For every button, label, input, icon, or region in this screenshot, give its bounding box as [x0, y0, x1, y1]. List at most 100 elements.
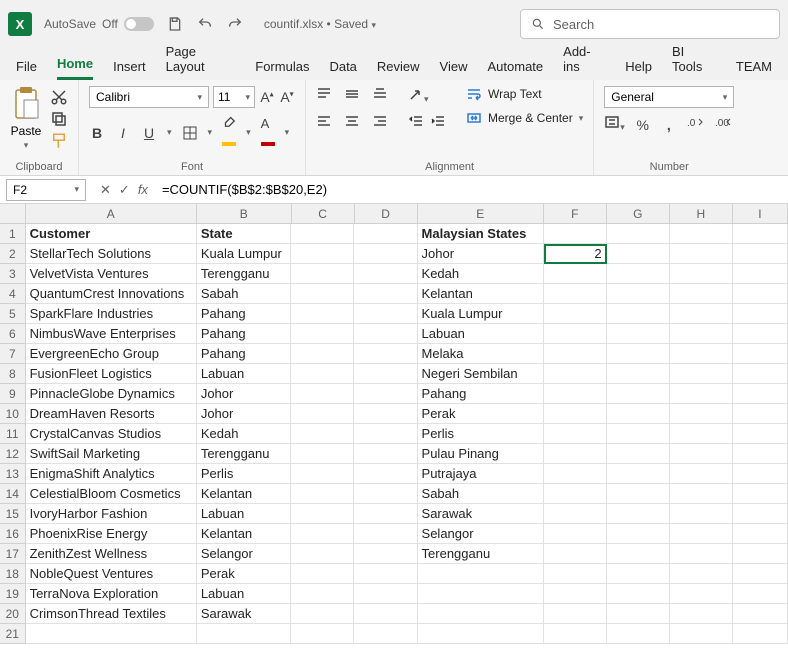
cell-E1[interactable]: Malaysian States — [418, 224, 544, 244]
increase-decimal-icon[interactable]: .0 — [687, 115, 705, 134]
cell-F10[interactable] — [544, 404, 607, 424]
cell-I3[interactable] — [733, 264, 788, 284]
cell-A2[interactable]: StellarTech Solutions — [26, 244, 197, 264]
autosave-toggle[interactable]: AutoSave Off — [44, 17, 154, 31]
cell-D19[interactable] — [354, 584, 417, 604]
cell-F7[interactable] — [544, 344, 607, 364]
cell-E14[interactable]: Sabah — [418, 484, 544, 504]
cell-G12[interactable] — [607, 444, 670, 464]
cell-G11[interactable] — [607, 424, 670, 444]
cell-D1[interactable] — [354, 224, 417, 244]
cell-E9[interactable]: Pahang — [418, 384, 544, 404]
cell-G20[interactable] — [607, 604, 670, 624]
cell-E11[interactable]: Perlis — [418, 424, 544, 444]
cell-D15[interactable] — [354, 504, 417, 524]
row-header-20[interactable]: 20 — [0, 604, 26, 624]
cell-A3[interactable]: VelvetVista Ventures — [26, 264, 197, 284]
cell-E10[interactable]: Perak — [418, 404, 544, 424]
cell-F21[interactable] — [544, 624, 607, 644]
cell-H21[interactable] — [670, 624, 733, 644]
cell-B21[interactable] — [197, 624, 292, 644]
row-header-13[interactable]: 13 — [0, 464, 26, 484]
number-format-select[interactable]: General▾ — [604, 86, 734, 108]
row-header-14[interactable]: 14 — [0, 484, 26, 504]
cell-C21[interactable] — [291, 624, 354, 644]
borders-icon[interactable] — [182, 125, 198, 141]
cell-F12[interactable] — [544, 444, 607, 464]
cell-H13[interactable] — [670, 464, 733, 484]
font-color-button[interactable]: A — [261, 115, 275, 151]
cell-H16[interactable] — [670, 524, 733, 544]
cell-H20[interactable] — [670, 604, 733, 624]
tab-view[interactable]: View — [440, 59, 468, 80]
paste-button[interactable]: Paste — [11, 124, 42, 138]
cell-B6[interactable]: Pahang — [197, 324, 292, 344]
column-header-G[interactable]: G — [607, 204, 670, 223]
cell-G1[interactable] — [607, 224, 670, 244]
tab-add-ins[interactable]: Add-ins — [563, 44, 605, 80]
cell-H5[interactable] — [670, 304, 733, 324]
cell-F1[interactable] — [544, 224, 607, 244]
cell-A11[interactable]: CrystalCanvas Studios — [26, 424, 197, 444]
cell-E17[interactable]: Terengganu — [418, 544, 544, 564]
cell-E13[interactable]: Putrajaya — [418, 464, 544, 484]
cell-F6[interactable] — [544, 324, 607, 344]
cell-E21[interactable] — [418, 624, 544, 644]
row-header-18[interactable]: 18 — [0, 564, 26, 584]
cell-G4[interactable] — [607, 284, 670, 304]
font-name-select[interactable]: Calibri▾ — [89, 86, 209, 108]
cell-G8[interactable] — [607, 364, 670, 384]
merge-center-button[interactable]: Merge & Center ▾ — [466, 110, 583, 126]
cell-B10[interactable]: Johor — [197, 404, 292, 424]
align-middle-icon[interactable] — [344, 86, 364, 107]
cell-C16[interactable] — [291, 524, 354, 544]
cell-H12[interactable] — [670, 444, 733, 464]
cell-F4[interactable] — [544, 284, 607, 304]
cell-F9[interactable] — [544, 384, 607, 404]
cell-A13[interactable]: EnigmaShift Analytics — [26, 464, 197, 484]
row-header-1[interactable]: 1 — [0, 224, 26, 244]
cell-G5[interactable] — [607, 304, 670, 324]
cell-E12[interactable]: Pulau Pinang — [418, 444, 544, 464]
row-header-11[interactable]: 11 — [0, 424, 26, 444]
cell-C8[interactable] — [291, 364, 354, 384]
cell-B14[interactable]: Kelantan — [197, 484, 292, 504]
row-header-9[interactable]: 9 — [0, 384, 26, 404]
cell-B4[interactable]: Sabah — [197, 284, 292, 304]
cell-A14[interactable]: CelestialBloom Cosmetics — [26, 484, 197, 504]
save-icon[interactable] — [166, 15, 184, 33]
cell-A20[interactable]: CrimsonThread Textiles — [26, 604, 197, 624]
cell-A17[interactable]: ZenithZest Wellness — [26, 544, 197, 564]
cell-H3[interactable] — [670, 264, 733, 284]
row-header-4[interactable]: 4 — [0, 284, 26, 304]
cell-H7[interactable] — [670, 344, 733, 364]
row-header-3[interactable]: 3 — [0, 264, 26, 284]
tab-automate[interactable]: Automate — [488, 59, 544, 80]
tab-bi-tools[interactable]: BI Tools — [672, 44, 716, 80]
cell-A8[interactable]: FusionFleet Logistics — [26, 364, 197, 384]
cell-E20[interactable] — [418, 604, 544, 624]
row-header-12[interactable]: 12 — [0, 444, 26, 464]
tab-formulas[interactable]: Formulas — [255, 59, 309, 80]
cell-I17[interactable] — [733, 544, 788, 564]
cell-H19[interactable] — [670, 584, 733, 604]
cell-E19[interactable] — [418, 584, 544, 604]
cell-G16[interactable] — [607, 524, 670, 544]
column-header-I[interactable]: I — [733, 204, 788, 223]
row-header-19[interactable]: 19 — [0, 584, 26, 604]
fill-color-button[interactable] — [222, 114, 236, 151]
cell-A5[interactable]: SparkFlare Industries — [26, 304, 197, 324]
cell-E7[interactable]: Melaka — [418, 344, 544, 364]
column-header-F[interactable]: F — [544, 204, 607, 223]
cell-C19[interactable] — [291, 584, 354, 604]
cell-D11[interactable] — [354, 424, 417, 444]
cell-G3[interactable] — [607, 264, 670, 284]
cell-B9[interactable]: Johor — [197, 384, 292, 404]
name-box[interactable]: F2▾ — [6, 179, 86, 201]
cell-C6[interactable] — [291, 324, 354, 344]
align-bottom-icon[interactable] — [372, 86, 392, 107]
cell-B3[interactable]: Terengganu — [197, 264, 292, 284]
cell-D14[interactable] — [354, 484, 417, 504]
column-header-C[interactable]: C — [292, 204, 355, 223]
cell-G6[interactable] — [607, 324, 670, 344]
